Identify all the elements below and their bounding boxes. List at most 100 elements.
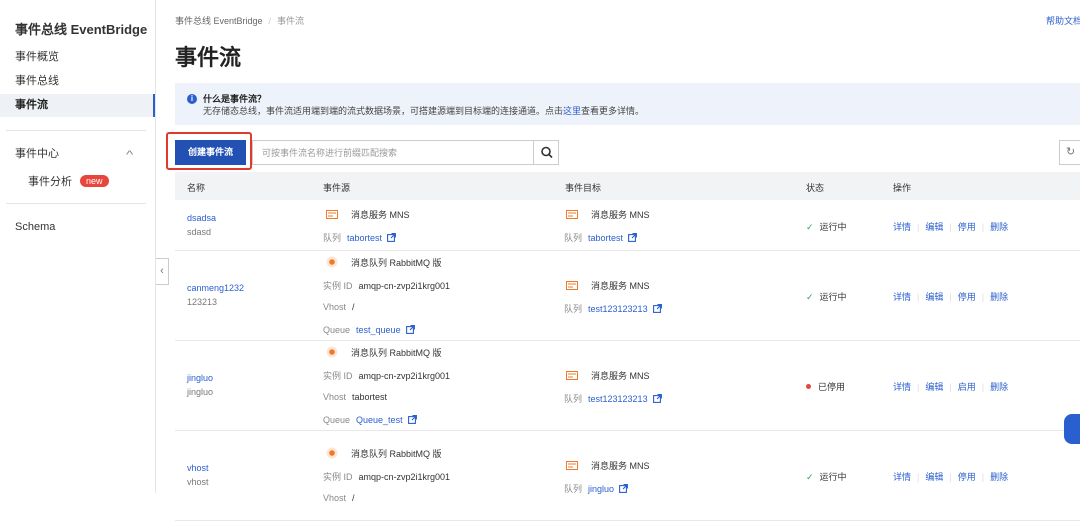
field-value[interactable]: tabortest <box>347 233 382 243</box>
action-link[interactable]: 停用 <box>958 292 976 302</box>
action-link[interactable]: 启用 <box>958 382 976 392</box>
action-separator: | <box>981 292 985 302</box>
floating-help-button[interactable] <box>1064 414 1080 444</box>
mns-icon <box>566 460 578 470</box>
field-value[interactable]: test_queue <box>356 325 401 335</box>
sidebar-item-schema[interactable]: Schema <box>0 216 155 239</box>
action-separator: | <box>981 382 985 392</box>
search-button[interactable] <box>533 141 559 164</box>
action-link[interactable]: 详情 <box>893 222 911 232</box>
source-field: Vhost / <box>323 302 355 312</box>
field-value: amqp-cn-zvp2i1krg001 <box>358 472 451 482</box>
source-type-label: 消息服务 MNS <box>351 210 410 220</box>
action-link[interactable]: 编辑 <box>925 382 943 392</box>
check-icon: ✓ <box>806 221 814 232</box>
action-link[interactable]: 删除 <box>990 382 1008 392</box>
action-link[interactable]: 详情 <box>893 292 911 302</box>
refresh-button[interactable]: ↻ <box>1059 140 1080 165</box>
field-label: Vhost <box>323 391 347 402</box>
source-field: 实例 ID amqp-cn-zvp2i1krg001 <box>323 279 450 292</box>
column-header-name: 名称 <box>187 183 206 193</box>
column-header-status: 状态 <box>806 183 825 193</box>
field-value[interactable]: test123123213 <box>588 394 648 404</box>
source-field: 实例 ID amqp-cn-zvp2i1krg001 <box>323 369 450 382</box>
action-link[interactable]: 停用 <box>958 222 976 232</box>
stopped-dot-icon <box>806 384 811 389</box>
action-link[interactable]: 删除 <box>990 292 1008 302</box>
external-link-icon[interactable] <box>619 483 628 493</box>
field-value: / <box>352 493 355 503</box>
sidebar-item-overview[interactable]: 事件概览 <box>0 46 155 69</box>
info-more-link[interactable]: 这里 <box>563 106 581 116</box>
chevron-left-icon: ‹ <box>160 265 164 277</box>
field-label: 队列 <box>323 233 342 243</box>
mns-icon <box>566 280 578 290</box>
top-accent-bar <box>0 0 1080 2</box>
stream-name-link[interactable]: vhost <box>187 463 209 473</box>
field-label: 实例 ID <box>323 370 353 381</box>
stream-description: jingluo <box>187 387 214 397</box>
target-field: 队列 test123123213 <box>564 302 662 315</box>
external-link-icon[interactable] <box>387 233 396 242</box>
external-link-icon[interactable] <box>405 324 415 334</box>
field-value[interactable]: jingluo <box>588 484 614 494</box>
page-title: 事件流 <box>175 45 242 70</box>
external-link-icon[interactable] <box>628 233 637 242</box>
field-value[interactable]: Queue_test <box>356 415 403 425</box>
sidebar-divider <box>6 130 146 131</box>
row-actions: 详情 | 编辑 | 启用 | 删除 <box>893 380 1008 393</box>
row-actions: 详情 | 编辑 | 停用 | 删除 <box>893 470 1008 483</box>
stream-description: 123213 <box>187 297 218 307</box>
action-link[interactable]: 详情 <box>893 382 911 392</box>
stream-name-link[interactable]: jingluo <box>187 373 213 383</box>
rabbitmq-icon <box>326 447 338 459</box>
source-type: 消息队列 RabbitMQ 版 <box>326 447 442 460</box>
action-link[interactable]: 编辑 <box>925 222 943 232</box>
column-header-source: 事件源 <box>323 183 351 193</box>
sidebar-divider <box>6 203 146 204</box>
external-link-icon[interactable] <box>652 303 662 313</box>
action-link[interactable]: 停用 <box>958 472 976 482</box>
external-link-icon[interactable] <box>407 414 417 424</box>
sidebar-item-event-analysis[interactable]: 事件分析 new <box>28 173 109 189</box>
status-badge: ✓ 运行中 <box>806 470 847 483</box>
chevron-up-icon[interactable]: ^ <box>126 149 133 161</box>
mns-icon <box>566 210 578 219</box>
action-link[interactable]: 详情 <box>893 472 911 482</box>
check-icon: ✓ <box>806 472 814 482</box>
create-stream-button[interactable]: 创建事件流 <box>175 140 246 165</box>
source-type: 消息队列 RabbitMQ 版 <box>326 256 442 269</box>
field-value: / <box>352 301 355 312</box>
field-label: 队列 <box>564 483 583 494</box>
stream-name-link[interactable]: dsadsa <box>187 213 216 223</box>
refresh-icon: ↻ <box>1066 146 1076 158</box>
target-type-label: 消息服务 MNS <box>591 210 650 220</box>
field-value[interactable]: test123123213 <box>588 304 648 314</box>
search-icon <box>541 146 553 159</box>
collapse-sidebar-button[interactable]: ‹ <box>156 258 169 285</box>
row-actions: 详情 | 编辑 | 停用 | 删除 <box>893 290 1008 303</box>
mns-icon <box>566 370 578 380</box>
search-input[interactable] <box>253 141 533 164</box>
status-badge: ✓ 运行中 <box>806 220 847 233</box>
external-link-icon[interactable] <box>652 393 662 403</box>
status-badge: 已停用 <box>806 380 845 393</box>
help-doc-link[interactable]: 帮助文档 <box>1046 14 1080 27</box>
field-value: amqp-cn-zvp2i1krg001 <box>358 280 451 291</box>
action-link[interactable]: 编辑 <box>925 292 943 302</box>
action-link[interactable]: 编辑 <box>925 472 943 482</box>
field-value: tabortest <box>352 391 388 402</box>
breadcrumb-root[interactable]: 事件总线 EventBridge <box>175 16 263 26</box>
source-type-label: 消息队列 RabbitMQ 版 <box>351 257 442 268</box>
action-link[interactable]: 删除 <box>990 472 1008 482</box>
table-row: vhost vhost 消息队列 RabbitMQ 版实例 ID amqp-cn-zv… <box>175 431 1080 521</box>
sidebar-item-event-bus[interactable]: 事件总线 <box>0 70 155 93</box>
sidebar-item-event-stream[interactable]: 事件流 <box>0 94 155 117</box>
action-link[interactable]: 删除 <box>990 222 1008 232</box>
field-label: 队列 <box>564 393 583 404</box>
source-type-label: 消息队列 RabbitMQ 版 <box>351 347 442 358</box>
field-value[interactable]: tabortest <box>588 233 623 243</box>
target-field: 队列 test123123213 <box>564 392 662 405</box>
target-type-label: 消息服务 MNS <box>591 370 650 381</box>
stream-name-link[interactable]: canmeng1232 <box>187 283 244 293</box>
